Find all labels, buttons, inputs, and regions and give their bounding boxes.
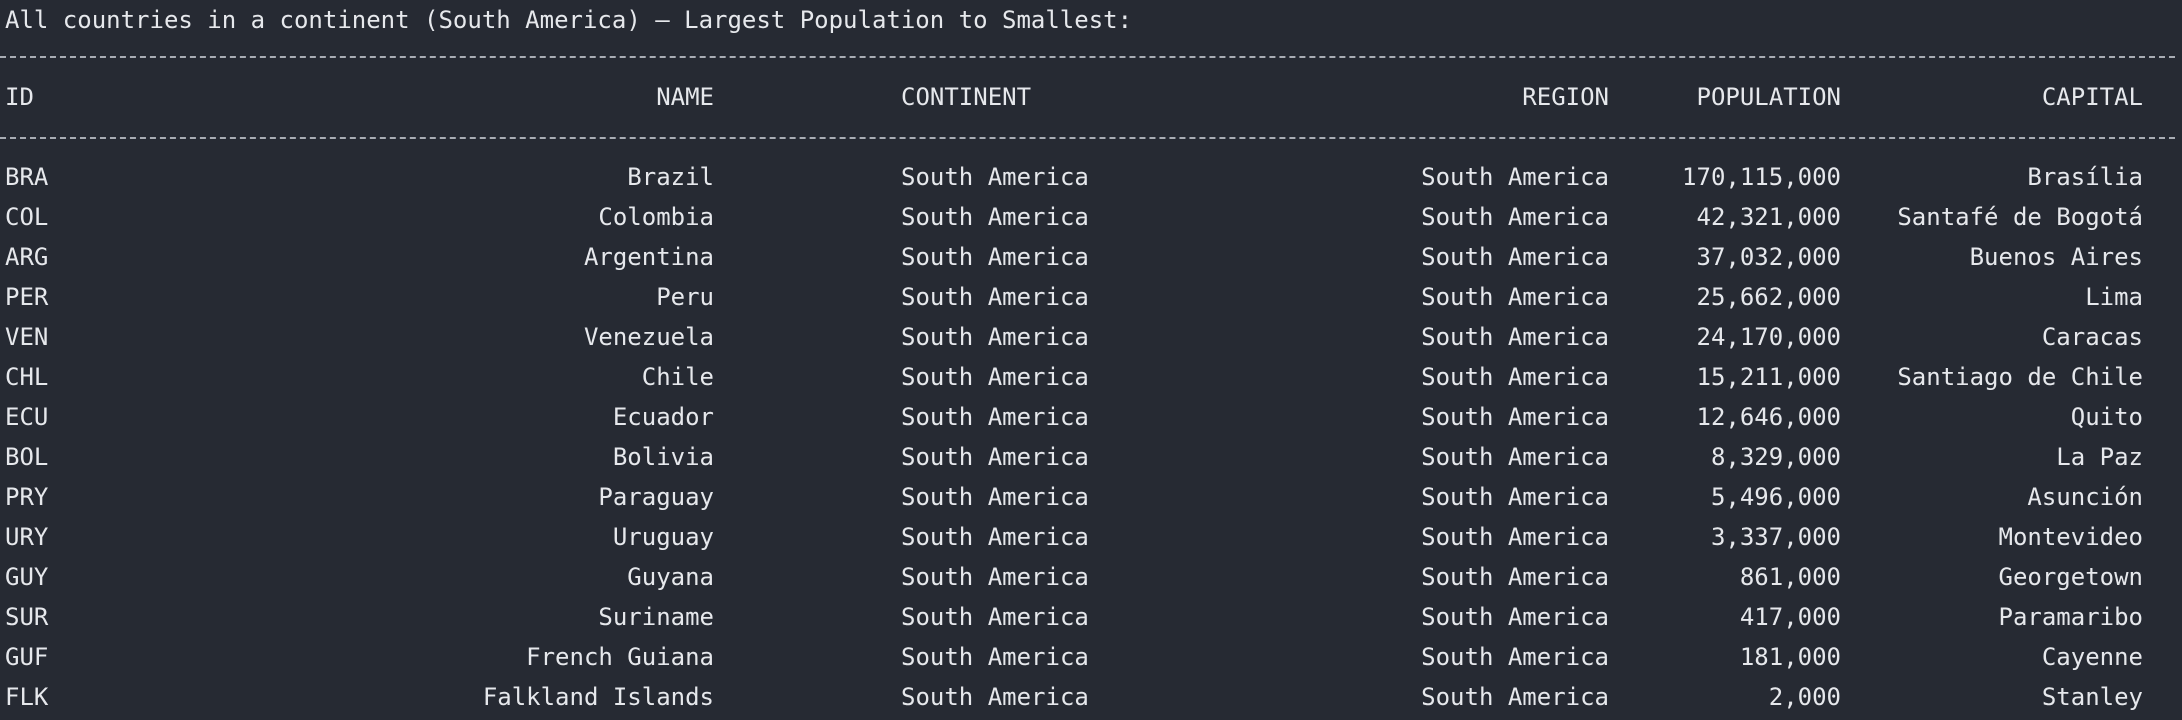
cell-capital: Lima: [2085, 283, 2143, 311]
cell-region: South America: [1421, 603, 1609, 631]
cell-id: PRY: [5, 483, 49, 511]
cell-capital: Santiago de Chile: [1897, 363, 2143, 391]
cell-continent: South America: [901, 403, 1089, 431]
cell-continent: South America: [901, 603, 1089, 631]
column-header-capital: CAPITAL: [2041, 83, 2143, 111]
cell-region: South America: [1421, 323, 1609, 351]
cell-name: Uruguay: [612, 523, 714, 551]
cell-id: GUF: [5, 643, 49, 671]
cell-region: South America: [1421, 203, 1609, 231]
cell-capital: La Paz: [2056, 443, 2143, 471]
cell-name: Paraguay: [598, 483, 714, 511]
column-header-population: POPULATION: [1696, 83, 1842, 111]
cell-population: 24,170,000: [1696, 323, 1842, 351]
column-header-id: ID: [5, 83, 34, 111]
cell-capital: Stanley: [2041, 683, 2143, 711]
cell-region: South America: [1421, 683, 1609, 711]
cell-population: 181,000: [1739, 643, 1841, 671]
cell-id: ARG: [5, 243, 49, 271]
cell-region: South America: [1421, 363, 1609, 391]
cell-name: Chile: [641, 363, 714, 391]
cell-continent: South America: [901, 643, 1089, 671]
cell-id: COL: [5, 203, 49, 231]
cell-region: South America: [1421, 403, 1609, 431]
cell-name: Venezuela: [583, 323, 714, 351]
cell-region: South America: [1421, 643, 1609, 671]
cell-continent: South America: [901, 483, 1089, 511]
cell-continent: South America: [901, 163, 1089, 191]
cell-capital: Caracas: [2041, 323, 2143, 351]
cell-id: VEN: [5, 323, 49, 351]
cell-region: South America: [1421, 563, 1609, 591]
cell-id: URY: [5, 523, 49, 551]
cell-population: 2,000: [1768, 683, 1841, 711]
cell-population: 861,000: [1739, 563, 1841, 591]
cell-id: BRA: [5, 163, 49, 191]
cell-name: Suriname: [598, 603, 714, 631]
cell-region: South America: [1421, 443, 1609, 471]
cell-region: South America: [1421, 243, 1609, 271]
cell-id: CHL: [5, 363, 49, 391]
cell-population: 3,337,000: [1710, 523, 1841, 551]
cell-population: 25,662,000: [1696, 283, 1842, 311]
cell-continent: South America: [901, 323, 1089, 351]
cell-region: South America: [1421, 483, 1609, 511]
cell-continent: South America: [901, 443, 1089, 471]
cell-capital: Brasília: [2027, 163, 2143, 191]
cell-capital: Asunción: [2027, 483, 2143, 511]
header-top-rule: [0, 56, 2175, 58]
cell-capital: Paramaribo: [1998, 603, 2144, 631]
cell-region: South America: [1421, 523, 1609, 551]
cell-id: FLK: [5, 683, 49, 711]
cell-population: 42,321,000: [1696, 203, 1842, 231]
cell-capital: Quito: [2070, 403, 2143, 431]
cell-name: Falkland Islands: [482, 683, 714, 711]
column-header-continent: CONTINENT: [901, 83, 1032, 111]
cell-name: Argentina: [583, 243, 714, 271]
cell-continent: South America: [901, 363, 1089, 391]
cell-id: GUY: [5, 563, 49, 591]
cell-id: ECU: [5, 403, 49, 431]
cell-name: Brazil: [627, 163, 714, 191]
cell-continent: South America: [901, 283, 1089, 311]
cell-population: 8,329,000: [1710, 443, 1841, 471]
cell-capital: Cayenne: [2041, 643, 2143, 671]
cell-name: Bolivia: [612, 443, 714, 471]
cell-continent: South America: [901, 523, 1089, 551]
cell-capital: Santafé de Bogotá: [1897, 203, 2143, 231]
cell-population: 15,211,000: [1696, 363, 1842, 391]
cell-capital: Montevideo: [1998, 523, 2144, 551]
cell-population: 170,115,000: [1682, 163, 1841, 191]
query-heading: All countries in a continent (South Amer…: [5, 6, 1133, 34]
cell-population: 417,000: [1739, 603, 1841, 631]
cell-id: PER: [5, 283, 49, 311]
cell-name: French Guiana: [526, 643, 714, 671]
cell-population: 37,032,000: [1696, 243, 1842, 271]
cell-continent: South America: [901, 203, 1089, 231]
cell-capital: Buenos Aires: [1969, 243, 2143, 271]
column-header-name: NAME: [656, 83, 714, 111]
cell-population: 5,496,000: [1710, 483, 1841, 511]
cell-name: Ecuador: [612, 403, 714, 431]
cell-id: BOL: [5, 443, 49, 471]
column-header-region: REGION: [1522, 83, 1609, 111]
cell-name: Colombia: [598, 203, 714, 231]
cell-name: Guyana: [627, 563, 714, 591]
cell-continent: South America: [901, 243, 1089, 271]
header-bottom-rule: [0, 137, 2175, 139]
cell-id: SUR: [5, 603, 49, 631]
cell-region: South America: [1421, 283, 1609, 311]
cell-capital: Georgetown: [1998, 563, 2144, 591]
cell-population: 12,646,000: [1696, 403, 1842, 431]
cell-continent: South America: [901, 683, 1089, 711]
cell-name: Peru: [656, 283, 714, 311]
cell-region: South America: [1421, 163, 1609, 191]
cell-continent: South America: [901, 563, 1089, 591]
